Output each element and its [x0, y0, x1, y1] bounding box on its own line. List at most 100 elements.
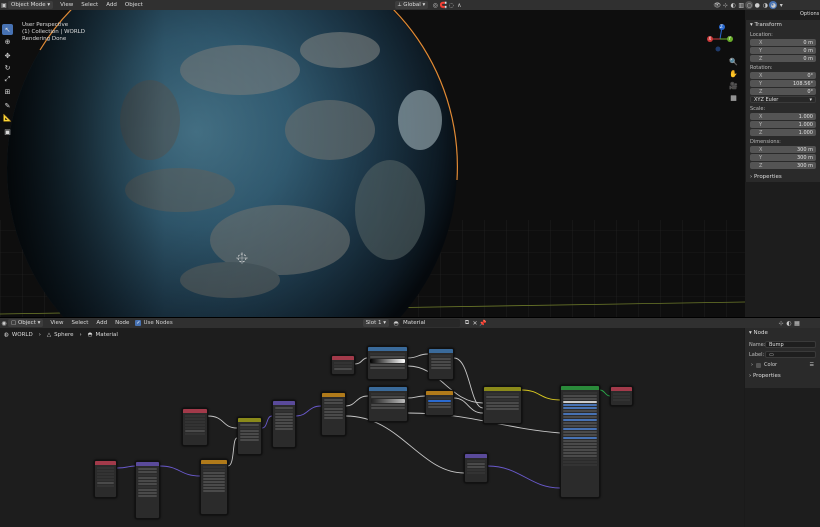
- color-checkbox[interactable]: [756, 362, 761, 368]
- node-label-field[interactable]: ▭: [765, 351, 816, 358]
- material-name: Material: [403, 320, 426, 326]
- material-copy-icon[interactable]: ⧉: [463, 319, 471, 327]
- menu-view[interactable]: View: [60, 2, 73, 8]
- math-node[interactable]: [428, 348, 454, 380]
- annotate-tool-icon[interactable]: ✎: [2, 100, 13, 111]
- node-menu-select[interactable]: Select: [71, 320, 88, 326]
- rotation-y-field[interactable]: Y 108.56°: [750, 80, 816, 87]
- node-editor-type-icon[interactable]: ◉: [0, 319, 8, 327]
- node-name-field[interactable]: Bump: [765, 341, 816, 348]
- mapping-node-1[interactable]: [135, 461, 160, 519]
- node-panel-header[interactable]: ▾ Node: [745, 328, 820, 338]
- rotate-tool-icon[interactable]: ↻: [2, 62, 13, 73]
- menu-select[interactable]: Select: [81, 2, 98, 8]
- gizmo-toggle-icon[interactable]: ⊹: [721, 1, 729, 9]
- scale-x-field[interactable]: X 1.000: [750, 113, 816, 120]
- texture-coordinate-node-2[interactable]: [182, 408, 208, 446]
- snap-node-icon[interactable]: ⊹: [777, 319, 785, 327]
- layer-weight-node[interactable]: [331, 355, 355, 375]
- shading-rendered-icon[interactable]: ◕: [769, 1, 778, 9]
- add-cube-tool-icon[interactable]: ▣: [2, 126, 13, 137]
- xray-icon[interactable]: ▥: [737, 1, 745, 9]
- rotation-mode-dropdown[interactable]: XYZ Euler ▾: [750, 96, 816, 103]
- pin-icon[interactable]: 📌: [479, 319, 487, 327]
- material-field[interactable]: Material: [400, 319, 460, 327]
- mapping-node-2[interactable]: [272, 400, 296, 448]
- bump-node[interactable]: [464, 453, 488, 483]
- scale-z-field[interactable]: Z 1.000: [750, 129, 816, 136]
- backdrop-icon[interactable]: ▦: [793, 319, 801, 327]
- dimensions-label: Dimensions:: [750, 139, 781, 145]
- material-sphere-icon[interactable]: ◓: [392, 319, 400, 327]
- zoom-icon[interactable]: 🔍: [728, 56, 739, 67]
- use-nodes-checkbox[interactable]: ✓ Use Nodes: [135, 320, 173, 326]
- color-ramp-node-1[interactable]: [367, 346, 408, 380]
- select-tool-icon[interactable]: ↖: [2, 24, 13, 35]
- orientation-dropdown[interactable]: ⟂ Global ▾: [394, 1, 429, 9]
- mix-node-1[interactable]: [237, 417, 262, 455]
- editor-type-icon[interactable]: ▣: [0, 1, 8, 9]
- principled-bsdf-node[interactable]: [560, 385, 600, 498]
- gizmo-x-label: X: [708, 36, 712, 41]
- grid-view-icon[interactable]: ▦: [728, 92, 739, 103]
- node-properties-subpanel[interactable]: › Properties: [745, 371, 820, 381]
- rotation-x-field[interactable]: X 0°: [750, 72, 816, 79]
- scale-tool-icon[interactable]: ⤢: [2, 74, 13, 85]
- snap-icon[interactable]: 🧲: [439, 1, 447, 9]
- slot-dropdown[interactable]: Slot 1 ▾: [362, 319, 389, 327]
- overlay-node-icon[interactable]: ◐: [785, 319, 793, 327]
- properties-subpanel[interactable]: › Properties: [746, 172, 820, 182]
- slot-label: Slot 1: [365, 320, 382, 326]
- tool-shelf: ↖ ⊕ ✥ ↻ ⤢ ⊞ ✎ 📐 ▣: [2, 24, 14, 138]
- menu-object[interactable]: Object: [125, 2, 143, 8]
- noise-texture-node[interactable]: [200, 459, 228, 515]
- pan-hand-icon[interactable]: ✋: [728, 68, 739, 79]
- rotation-z-field[interactable]: Z 0°: [750, 88, 816, 95]
- transform-header[interactable]: ▾ Transform: [746, 20, 820, 30]
- shader-type-dropdown[interactable]: ▢ Object ▾: [8, 319, 44, 327]
- color-ramp-node-2[interactable]: [368, 386, 408, 422]
- dimensions-y-field[interactable]: Y 300 m: [750, 154, 816, 161]
- shading-solid-icon[interactable]: ●: [753, 1, 761, 9]
- texture-coordinate-node[interactable]: [94, 460, 117, 498]
- cursor-tool-icon[interactable]: ⊕: [2, 36, 13, 47]
- shading-options-icon[interactable]: ▾: [777, 1, 785, 9]
- viewport-3d[interactable]: User Perspective (1) Collection | WORLD …: [0, 10, 745, 317]
- node-menu-view[interactable]: View: [50, 320, 63, 326]
- location-x-field[interactable]: X0 m: [750, 39, 816, 46]
- visibility-icon[interactable]: 👁: [713, 1, 721, 9]
- location-z-field[interactable]: Z0 m: [750, 55, 816, 62]
- pivot-icon[interactable]: ◎: [431, 1, 439, 9]
- mode-dropdown[interactable]: Object Mode ▾: [8, 1, 54, 9]
- material-output-node[interactable]: [610, 386, 633, 406]
- proportional-edit-icon[interactable]: ◌: [447, 1, 455, 9]
- material-unlink-icon[interactable]: ✕: [471, 319, 479, 327]
- dimensions-x-field[interactable]: X 300 m: [750, 146, 816, 153]
- shading-wire-icon[interactable]: ○: [745, 1, 754, 9]
- voronoi-texture-node[interactable]: [321, 392, 346, 436]
- location-y-field[interactable]: Y0 m: [750, 47, 816, 54]
- overlay-toggle-icon[interactable]: ◐: [729, 1, 737, 9]
- camera-icon[interactable]: 🎥: [728, 80, 739, 91]
- list-icon[interactable]: ☰: [810, 362, 814, 368]
- options-label[interactable]: Options: [800, 11, 819, 17]
- properties-title: Properties: [753, 174, 782, 180]
- measure-tool-icon[interactable]: 📐: [2, 112, 13, 123]
- node-menu-add[interactable]: Add: [96, 320, 107, 326]
- gradient-texture-node[interactable]: [425, 390, 454, 416]
- menu-add[interactable]: Add: [106, 2, 117, 8]
- color-subpanel[interactable]: › Color ☰: [745, 362, 820, 368]
- shading-material-icon[interactable]: ◑: [761, 1, 769, 9]
- navigation-gizmo[interactable]: Z Y X: [705, 24, 735, 54]
- mix-rgb-node[interactable]: [483, 386, 522, 424]
- node-canvas[interactable]: ◍ WORLD › △ Sphere › ◓ Material: [0, 328, 741, 527]
- mode-label: Object Mode: [11, 2, 46, 8]
- scale-y-field[interactable]: Y 1.000: [750, 121, 816, 128]
- dimensions-z-field[interactable]: Z 300 m: [750, 162, 816, 169]
- node-menu-node[interactable]: Node: [115, 320, 129, 326]
- collection-info: (1) Collection | WORLD: [22, 29, 85, 35]
- transform-tool-icon[interactable]: ⊞: [2, 86, 13, 97]
- planet-sphere[interactable]: [7, 10, 458, 317]
- falloff-icon[interactable]: ∧: [455, 1, 463, 9]
- move-tool-icon[interactable]: ✥: [2, 50, 13, 61]
